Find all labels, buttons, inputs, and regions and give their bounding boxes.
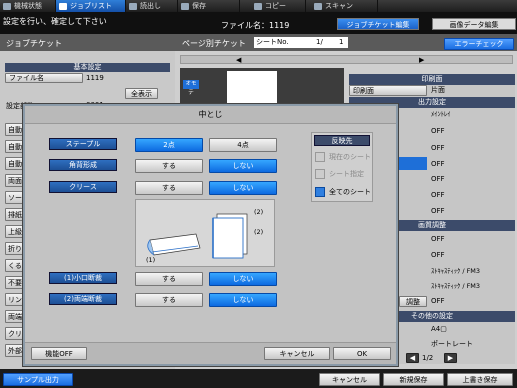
print-side-button[interactable]: 印刷面 [349,85,427,96]
screen-value-1: ｽﾄｷｬｽﾃｨｯｸ / FM3 [431,267,481,275]
save-icon [181,2,189,10]
output-value-4: OFF [431,175,445,183]
crease-label: クリース [49,181,117,193]
show-all-button[interactable]: 全表示 [125,88,158,99]
trim-small-on-button[interactable]: する [135,272,203,286]
adjust-value: OFF [431,297,445,305]
function-off-button[interactable]: 機能OFF [31,347,87,360]
copy-icon [254,2,262,10]
page-prev-icon[interactable]: ◀ [406,353,419,363]
page-thumbnail [227,71,277,108]
output-selected-button[interactable] [399,157,427,170]
apply-sheet-designate-checkbox[interactable]: シート指定 [313,168,371,180]
trim-both-label: (2)両端断裁 [49,293,117,305]
overwrite-save-button[interactable]: 上書き保存 [447,373,513,386]
diagram-label-2a: (2) [254,208,264,216]
paper-size-value: A4▢ [431,325,447,333]
top-menu-bar: 機械状態 ジョブリスト 読出し 保存 コピー スキャン [0,0,517,12]
sheet-no-field[interactable]: シートNo. 1/ 1 [254,37,348,48]
menu-copy[interactable]: コピー [240,0,306,12]
file-name-field-button[interactable]: ファイル名 [5,73,83,83]
staple-label: ステープル [49,138,117,150]
spine-on-button[interactable]: する [135,159,203,173]
scan-icon [314,2,322,10]
apply-current-sheet-checkbox[interactable]: 現在のシート [313,151,371,163]
output-value-3: OFF [431,160,445,168]
crease-off-button[interactable]: しない [209,181,277,195]
page-ticket-header: ページ別チケット シートNo. 1/ 1 エラーチェック [175,34,517,51]
menu-save[interactable]: 保存 [178,0,240,12]
scroll-right-icon[interactable]: ▶ [419,56,424,64]
print-side-section: 印刷面 [349,74,515,85]
output-value-1: OFF [431,127,445,135]
menu-machine-status[interactable]: 機械状態 [0,0,56,12]
front-tag: オモテ [183,80,199,96]
scroll-left-icon[interactable]: ◀ [236,56,241,64]
trim-both-off-button[interactable]: しない [209,293,277,307]
trim-small-label: (1)小口断裁 [49,272,117,284]
job-ticket-title: ジョブチケット [0,34,175,51]
adjust-button[interactable]: 調整 [399,296,427,307]
menu-job-list[interactable]: ジョブリスト [56,0,126,12]
file-name-value: 1119 [86,74,104,82]
diagram-label-2b: (2) [254,228,264,236]
trim-both-on-button[interactable]: する [135,293,203,307]
quality-value-1: OFF [431,235,445,243]
tab-image-edit[interactable]: 画像データ編集 [432,18,516,30]
menu-read[interactable]: 読出し [126,0,178,12]
apply-to-title: 反映先 [314,135,370,146]
apply-all-sheets-checkbox[interactable]: 全てのシート [313,185,371,198]
bottom-bar: サンプル出力 キャンセル 新規保存 上書き保存 [0,369,517,388]
output-value-5: OFF [431,191,445,199]
bottom-cancel-button[interactable]: キャンセル [319,373,380,386]
spine-off-button[interactable]: しない [209,159,277,173]
crease-on-button[interactable]: する [135,181,203,195]
saddle-stitch-dialog: 中とじ ステープル 2点 4点 角背形成 する しない クリース する しない … [23,104,398,366]
trim-small-off-button[interactable]: しない [209,272,277,286]
output-value-6: OFF [431,207,445,215]
print-side-value: 片面 [431,86,445,94]
dialog-cancel-button[interactable]: キャンセル [264,347,330,360]
basic-settings-header: 基本設定 [5,63,170,72]
screen-value-2: ｽﾄｷｬｽﾃｨｯｸ / FM3 [431,282,481,290]
orientation-value: ポートレート [431,340,473,348]
output-value-2: OFF [431,144,445,152]
spine-label: 角背形成 [49,159,117,171]
trim-diagram: (1) (2) (2) [135,199,275,267]
page-next-icon[interactable]: ▶ [444,353,457,363]
dialog-title: 中とじ [25,106,396,124]
machine-icon [3,2,11,10]
page-ticket-title: ページ別チケット [182,39,246,48]
page-indicator: 1/2 [422,354,434,362]
instruction-text: 設定を行い、確定して下さい [3,17,107,26]
tab-job-ticket-edit[interactable]: ジョブチケット編集 [337,18,419,30]
error-check-button[interactable]: エラーチェック [444,38,514,50]
output-tray-value: ﾒｲﾝﾄﾚｲ [431,110,451,118]
apply-to-group: 反映先 現在のシート シート指定 全てのシート [311,132,373,202]
new-save-button[interactable]: 新規保存 [383,373,444,386]
diagram-label-1: (1) [146,256,156,264]
quality-value-2: OFF [431,251,445,259]
file-name-label: ファイル名：1119 [221,21,290,30]
staple-2pt-button[interactable]: 2点 [135,138,203,152]
staple-4pt-button[interactable]: 4点 [209,138,277,152]
preview-scrollbar[interactable]: ◀ ▶ [180,55,513,64]
folder-icon [129,2,137,10]
menu-scan[interactable]: スキャン [306,0,378,12]
sample-output-button[interactable]: サンプル出力 [3,373,73,386]
list-icon [59,2,67,10]
dialog-ok-button[interactable]: OK [333,347,391,360]
